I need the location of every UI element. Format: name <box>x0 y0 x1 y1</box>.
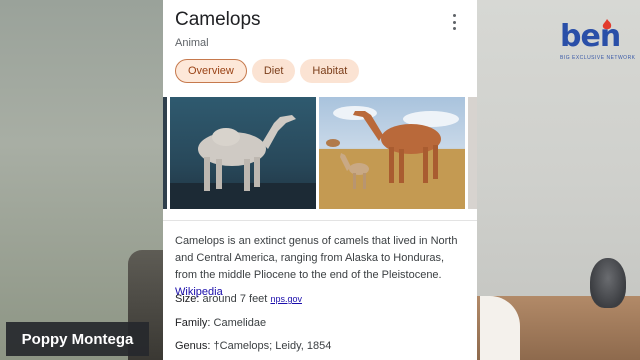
camelops-skeleton-image[interactable] <box>170 97 316 209</box>
fact-genus: Genus: †Camelops; Leidy, 1854 <box>175 340 331 352</box>
fact-family: Family: Camelidae <box>175 317 266 329</box>
fact-size-source-link[interactable]: nps.gov <box>270 294 302 304</box>
image-carousel[interactable] <box>163 97 477 210</box>
logo-subtitle: BIG EXCLUSIVE NETWORK <box>560 55 636 61</box>
image-partial-left[interactable] <box>163 97 167 209</box>
flame-icon <box>602 19 612 30</box>
fact-size-label: Size: <box>175 293 200 305</box>
fact-genus-label: Genus: <box>175 340 211 352</box>
tab-habitat-label: Habitat <box>312 65 348 77</box>
page-title: Camelops <box>175 9 261 30</box>
description-text: Camelops is an extinct genus of camels t… <box>175 233 467 301</box>
description-body: Camelops is an extinct genus of camels t… <box>175 235 458 281</box>
camel-herd-illustration <box>319 106 465 209</box>
chip-row: Overview Diet Habitat <box>175 59 360 83</box>
tab-overview[interactable]: Overview <box>175 59 247 83</box>
section-divider <box>163 220 477 221</box>
fact-family-label: Family: <box>175 317 211 329</box>
video-call-stage: Poppy Montega ben BIG EXCLUSIVE NETWORK … <box>0 0 640 360</box>
tab-habitat[interactable]: Habitat <box>300 59 360 83</box>
tab-overview-label: Overview <box>188 65 234 77</box>
logo-text: ben <box>560 19 621 54</box>
camelops-desert-image[interactable] <box>319 97 465 209</box>
tab-diet-label: Diet <box>263 65 284 77</box>
fact-size-value: around 7 feet <box>202 293 268 305</box>
speaker-name-tag: Poppy Montega <box>6 322 149 356</box>
fact-size: Size: around 7 feet nps.gov <box>175 293 302 305</box>
speaker-name: Poppy Montega <box>21 330 134 348</box>
network-logo: ben BIG EXCLUSIVE NETWORK <box>560 19 636 66</box>
knowledge-panel: Camelops Animal Overview Diet Habitat Ca… <box>163 0 477 360</box>
tab-diet[interactable]: Diet <box>251 59 296 83</box>
fact-genus-value: †Camelops; Leidy, 1854 <box>213 340 332 352</box>
image-partial-right[interactable] <box>468 97 477 209</box>
bird-figurine <box>590 258 626 308</box>
camel-reconstruction-illustration <box>170 115 316 209</box>
entity-type: Animal <box>175 37 209 49</box>
more-options-icon[interactable] <box>449 14 459 30</box>
fact-family-value: Camelidae <box>213 317 267 329</box>
